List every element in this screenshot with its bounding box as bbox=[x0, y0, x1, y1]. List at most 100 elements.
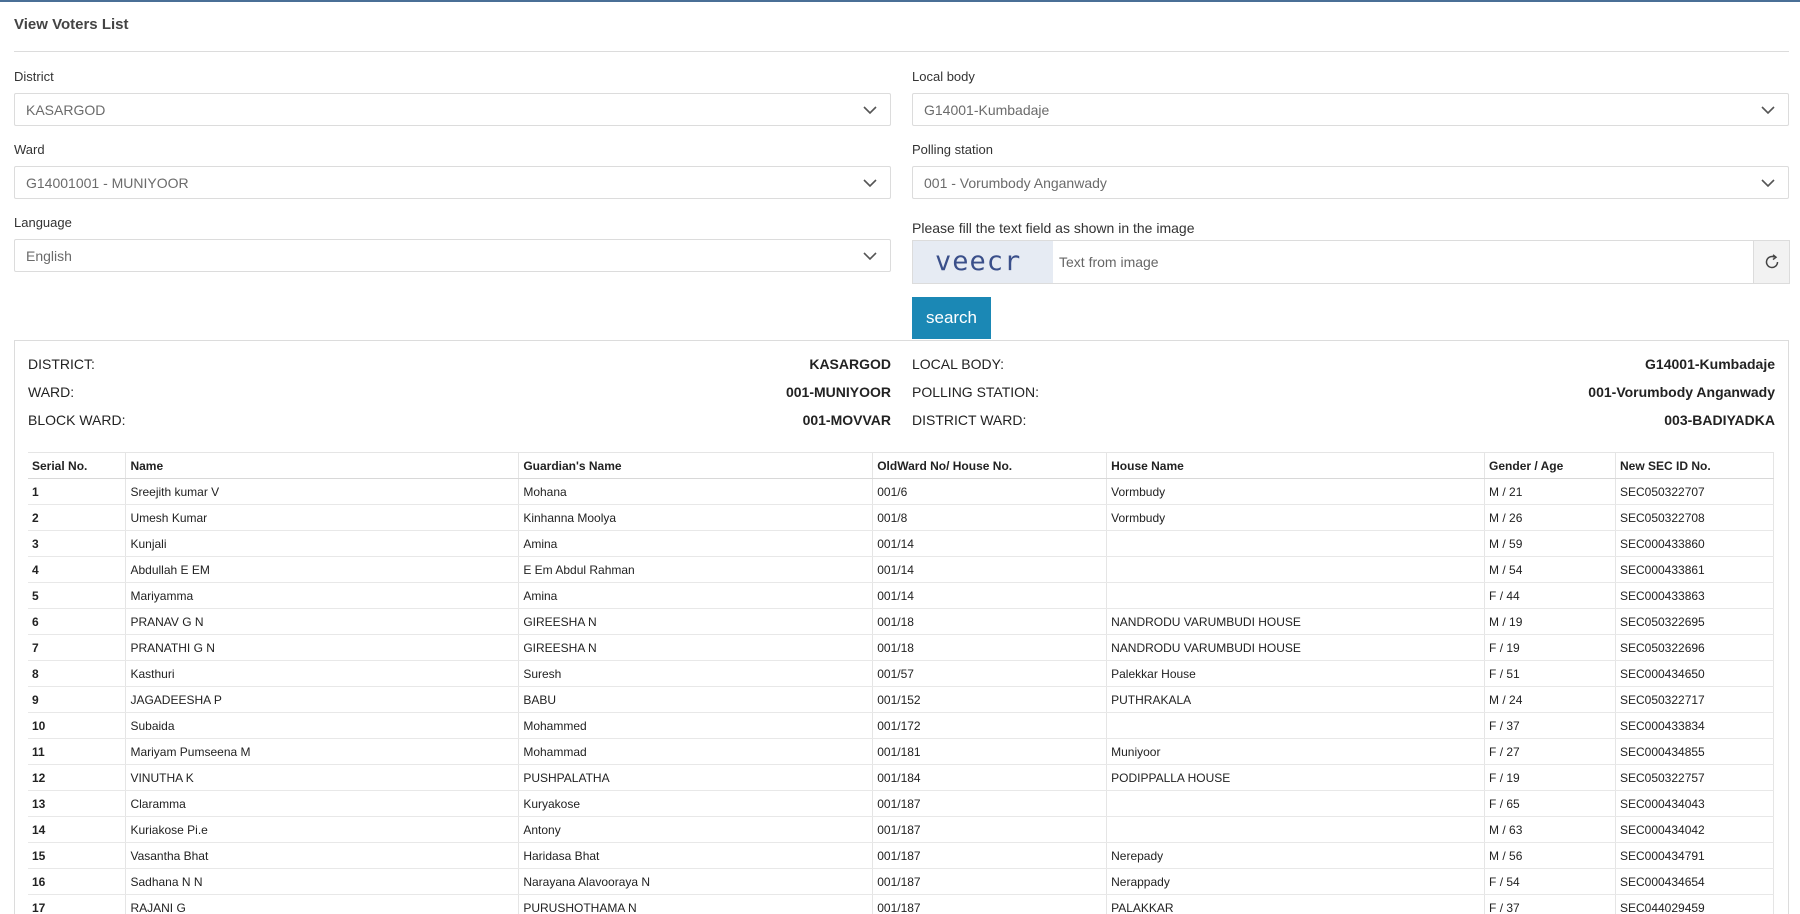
cell-guardian: Mohammed bbox=[518, 712, 874, 739]
table-row: 6 PRANAV G N GIREESHA N 001/18 NANDRODU VARU… bbox=[28, 608, 1775, 635]
cell-house-no: 001/181 bbox=[872, 738, 1108, 765]
chevron-down-icon bbox=[863, 252, 877, 261]
cell-house-name bbox=[1106, 790, 1486, 817]
captcha-image-text: veecr bbox=[935, 246, 1021, 277]
cell-name: PRANAV G N bbox=[125, 608, 520, 635]
polling-station-label: Polling station bbox=[912, 142, 993, 157]
cell-guardian: Mohammad bbox=[518, 738, 874, 765]
cell-guardian: BABU bbox=[518, 686, 874, 713]
cell-sec-id: SEC050322708 bbox=[1615, 504, 1775, 531]
cell-serial: 9 bbox=[28, 686, 127, 713]
column-header-sec-id: New SEC ID No. bbox=[1615, 452, 1775, 479]
cell-house-no: 001/6 bbox=[872, 478, 1108, 505]
cell-house-no: 001/14 bbox=[872, 530, 1108, 557]
table-row: 13 Claramma Kuryakose 001/187 F / 65 SEC00043… bbox=[28, 790, 1775, 817]
cell-name: PRANATHI G N bbox=[125, 634, 520, 661]
cell-house-no: 001/14 bbox=[872, 582, 1108, 609]
cell-serial: 6 bbox=[28, 608, 127, 635]
cell-guardian: Narayana Alavooraya N bbox=[518, 868, 874, 895]
table-row: 8 Kasthuri Suresh 001/57 Palekkar House F / 5… bbox=[28, 660, 1775, 687]
table-row: 2 Umesh Kumar Kinhanna Moolya 001/8 Vormbudy… bbox=[28, 504, 1775, 531]
summary-ward-label: WARD: bbox=[28, 384, 75, 400]
cell-house-name bbox=[1106, 556, 1486, 583]
cell-guardian: E Em Abdul Rahman bbox=[518, 556, 874, 583]
chevron-down-icon bbox=[1761, 106, 1775, 115]
cell-gender-age: F / 19 bbox=[1484, 634, 1616, 661]
district-select[interactable]: KASARGOD bbox=[14, 93, 891, 126]
table-row: 7 PRANATHI G N GIREESHA N 001/18 NANDRODU VA… bbox=[28, 634, 1775, 661]
table-row: 1 Sreejith kumar V Mohana 001/6 Vormbudy M / … bbox=[28, 478, 1775, 505]
local-body-select[interactable]: G14001-Kumbadaje bbox=[912, 93, 1789, 126]
summary-block-ward-label: BLOCK WARD: bbox=[28, 412, 126, 428]
chevron-down-icon bbox=[1761, 179, 1775, 188]
cell-sec-id: SEC050322757 bbox=[1615, 764, 1775, 791]
cell-gender-age: F / 27 bbox=[1484, 738, 1616, 765]
cell-serial: 12 bbox=[28, 764, 127, 791]
cell-serial: 17 bbox=[28, 894, 127, 914]
ward-select[interactable]: G14001001 - MUNIYOOR bbox=[14, 166, 891, 199]
cell-guardian: PUSHPALATHA bbox=[518, 764, 874, 791]
cell-serial: 3 bbox=[28, 530, 127, 557]
cell-guardian: GIREESHA N bbox=[518, 608, 874, 635]
cell-house-no: 001/18 bbox=[872, 634, 1108, 661]
cell-name: Sreejith kumar V bbox=[125, 478, 520, 505]
table-row: 16 Sadhana N N Narayana Alavooraya N 001/18… bbox=[28, 868, 1775, 895]
cell-guardian: Kuryakose bbox=[518, 790, 874, 817]
cell-gender-age: F / 19 bbox=[1484, 764, 1616, 791]
column-header-name: Name bbox=[125, 452, 520, 479]
cell-gender-age: F / 37 bbox=[1484, 894, 1616, 914]
cell-sec-id: SEC000434042 bbox=[1615, 816, 1775, 843]
captcha-label: Please fill the text field as shown in t… bbox=[912, 220, 1195, 236]
polling-station-select-value: 001 - Vorumbody Anganwady bbox=[924, 175, 1107, 191]
cell-house-no: 001/187 bbox=[872, 790, 1108, 817]
cell-house-name: PALAKKAR bbox=[1106, 894, 1486, 914]
cell-serial: 7 bbox=[28, 634, 127, 661]
cell-sec-id: SEC000433861 bbox=[1615, 556, 1775, 583]
cell-house-name: Vormbudy bbox=[1106, 478, 1486, 505]
cell-name: RAJANI G bbox=[125, 894, 520, 914]
captcha-refresh-button[interactable] bbox=[1753, 241, 1789, 283]
cell-gender-age: M / 19 bbox=[1484, 608, 1616, 635]
table-row: 9 JAGADEESHA P BABU 001/152 PUTHRAKALA M / 24… bbox=[28, 686, 1775, 713]
cell-gender-age: F / 51 bbox=[1484, 660, 1616, 687]
summary-ward-value: 001-MUNIYOOR bbox=[785, 384, 891, 400]
top-border bbox=[0, 0, 1800, 2]
cell-guardian: Amina bbox=[518, 530, 874, 557]
cell-house-no: 001/187 bbox=[872, 816, 1108, 843]
language-label: Language bbox=[14, 215, 72, 230]
cell-name: Mariyam Pumseena M bbox=[125, 738, 520, 765]
cell-name: Claramma bbox=[125, 790, 520, 817]
cell-house-name: Muniyoor bbox=[1106, 738, 1486, 765]
column-header-serial: Serial No. bbox=[28, 452, 127, 479]
summary-district-ward-label: DISTRICT WARD: bbox=[912, 412, 1027, 428]
chevron-down-icon bbox=[863, 106, 877, 115]
search-button[interactable]: search bbox=[912, 297, 991, 339]
cell-gender-age: F / 37 bbox=[1484, 712, 1616, 739]
polling-station-select[interactable]: 001 - Vorumbody Anganwady bbox=[912, 166, 1789, 199]
language-select[interactable]: English bbox=[14, 239, 891, 272]
cell-sec-id: SEC050322695 bbox=[1615, 608, 1775, 635]
cell-serial: 16 bbox=[28, 868, 127, 895]
summary-district-ward-value: 003-BADIYADKA bbox=[1664, 412, 1775, 428]
cell-sec-id: SEC000434791 bbox=[1615, 842, 1775, 869]
cell-house-name: Palekkar House bbox=[1106, 660, 1486, 687]
summary-local-body-label: LOCAL BODY: bbox=[912, 356, 1005, 372]
cell-gender-age: M / 63 bbox=[1484, 816, 1616, 843]
summary-district-label: DISTRICT: bbox=[28, 356, 95, 372]
cell-house-no: 001/187 bbox=[872, 894, 1108, 914]
table-row: 11 Mariyam Pumseena M Mohammad 001/181 Muniy… bbox=[28, 738, 1775, 765]
cell-sec-id: SEC000434650 bbox=[1615, 660, 1775, 687]
cell-name: Umesh Kumar bbox=[125, 504, 520, 531]
captcha-input[interactable] bbox=[1059, 241, 1719, 283]
captcha-image: veecr bbox=[913, 241, 1053, 283]
cell-gender-age: M / 24 bbox=[1484, 686, 1616, 713]
title-divider bbox=[14, 51, 1789, 52]
column-header-gender-age: Gender / Age bbox=[1484, 452, 1616, 479]
cell-serial: 2 bbox=[28, 504, 127, 531]
ward-select-value: G14001001 - MUNIYOOR bbox=[26, 175, 189, 191]
cell-house-no: 001/18 bbox=[872, 608, 1108, 635]
cell-sec-id: SEC050322707 bbox=[1615, 478, 1775, 505]
district-label: District bbox=[14, 69, 54, 84]
cell-house-name: NANDRODU VARUMBUDI HOUSE bbox=[1106, 608, 1486, 635]
cell-sec-id: SEC000433863 bbox=[1615, 582, 1775, 609]
